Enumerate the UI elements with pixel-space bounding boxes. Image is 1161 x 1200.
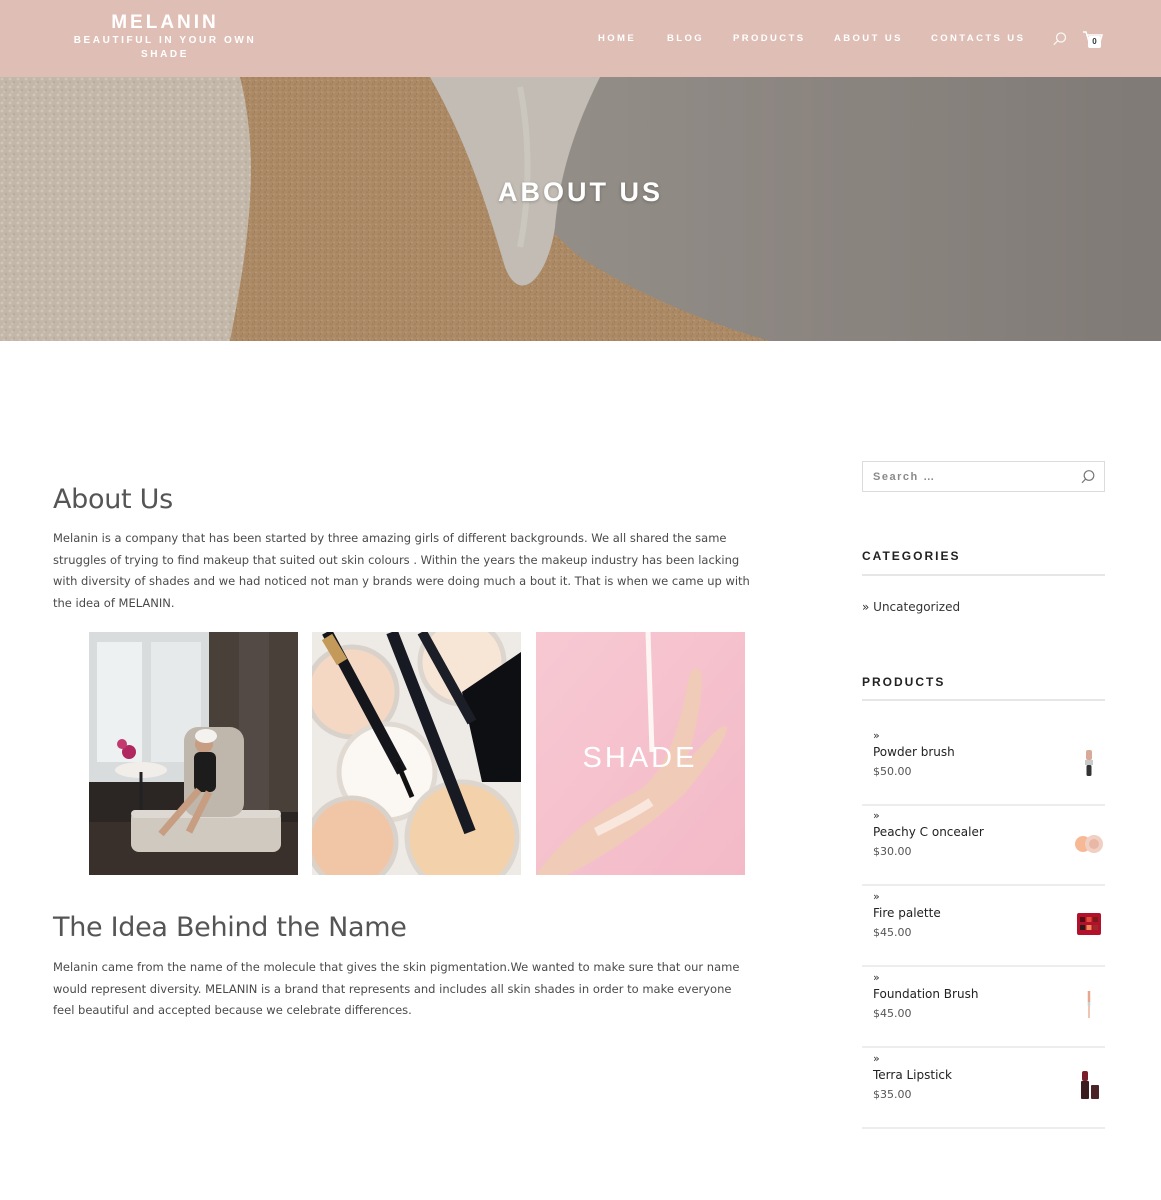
about-heading: About Us [53,484,173,515]
about-image-shade: SHADE [536,632,745,875]
product-price: $35.00 [873,1088,912,1101]
hero-background-image [0,77,1161,341]
product-price: $30.00 [873,845,912,858]
product-divider [862,1127,1105,1129]
products-title: PRODUCTS [862,675,946,689]
product-raquo: » [873,1052,880,1065]
categories-divider [862,574,1105,576]
foundation-brush-thumbnail[interactable] [1073,988,1105,1020]
category-uncategorized[interactable]: » Uncategorized [862,600,960,614]
product-name[interactable]: Powder brush [873,745,955,759]
product-item-powder-brush[interactable]: » Powder brush $50.00 [862,726,1105,806]
categories-title: CATEGORIES [862,549,961,563]
product-item-terra-lipstick[interactable]: » Terra Lipstick $35.00 [862,1049,1105,1129]
products-divider [862,699,1105,701]
fire-palette-thumbnail[interactable] [1073,907,1105,939]
product-raquo: » [873,890,880,903]
site-header: MELANIN BEAUTIFUL IN YOUR OWN SHADE HOME… [0,0,1161,77]
nav-contacts-us[interactable]: CONTACTS US [931,33,1025,44]
idea-paragraph: Melanin came from the name of the molecu… [53,960,740,1017]
hero-title: ABOUT US [498,177,663,207]
nav-blog[interactable]: BLOG [667,33,704,44]
about-image-woman [89,632,298,875]
about-paragraph: Melanin is a company that has been start… [53,531,750,610]
logo-tagline-line1: BEAUTIFUL IN YOUR OWN [73,35,257,46]
cart-count-badge: 0 [1088,36,1101,48]
idea-heading: The Idea Behind the Name [53,912,407,943]
about-image-brushes [312,632,521,875]
sidebar-search [862,461,1105,492]
logo-tagline-line2: SHADE [140,49,189,60]
product-item-foundation-brush[interactable]: » Foundation Brush $45.00 [862,968,1105,1048]
search-input[interactable] [863,462,1063,491]
product-name[interactable]: Peachy C oncealer [873,825,984,839]
product-divider [862,965,1105,967]
search-icon[interactable] [1052,31,1068,47]
product-divider [862,1046,1105,1048]
product-name[interactable]: Fire palette [873,906,941,920]
concealer-thumbnail[interactable] [1073,826,1105,858]
nav-about-us[interactable]: ABOUT US [834,33,903,44]
product-price: $50.00 [873,765,912,778]
product-name[interactable]: Foundation Brush [873,987,978,1001]
product-name[interactable]: Terra Lipstick [873,1068,952,1082]
nav-home[interactable]: HOME [598,33,636,44]
product-price: $45.00 [873,926,912,939]
product-raquo: » [873,809,880,822]
powder-brush-thumbnail[interactable] [1073,746,1105,778]
product-raquo: » [873,729,880,742]
product-price: $45.00 [873,1007,912,1020]
lipstick-thumbnail[interactable] [1073,1069,1105,1101]
nav-products[interactable]: PRODUCTS [733,33,806,44]
product-item-fire-palette[interactable]: » Fire palette $45.00 [862,887,1105,967]
site-logo[interactable]: MELANIN BEAUTIFUL IN YOUR OWN SHADE [70,12,260,62]
logo-title: MELANIN [111,12,219,33]
product-raquo: » [873,971,880,984]
product-item-peachy-concealer[interactable]: » Peachy C oncealer $30.00 [862,806,1105,886]
image-shade-caption: SHADE [583,742,698,774]
product-divider [862,884,1105,886]
search-submit-icon[interactable] [1080,469,1096,485]
hero-banner: ABOUT US [0,77,1161,341]
